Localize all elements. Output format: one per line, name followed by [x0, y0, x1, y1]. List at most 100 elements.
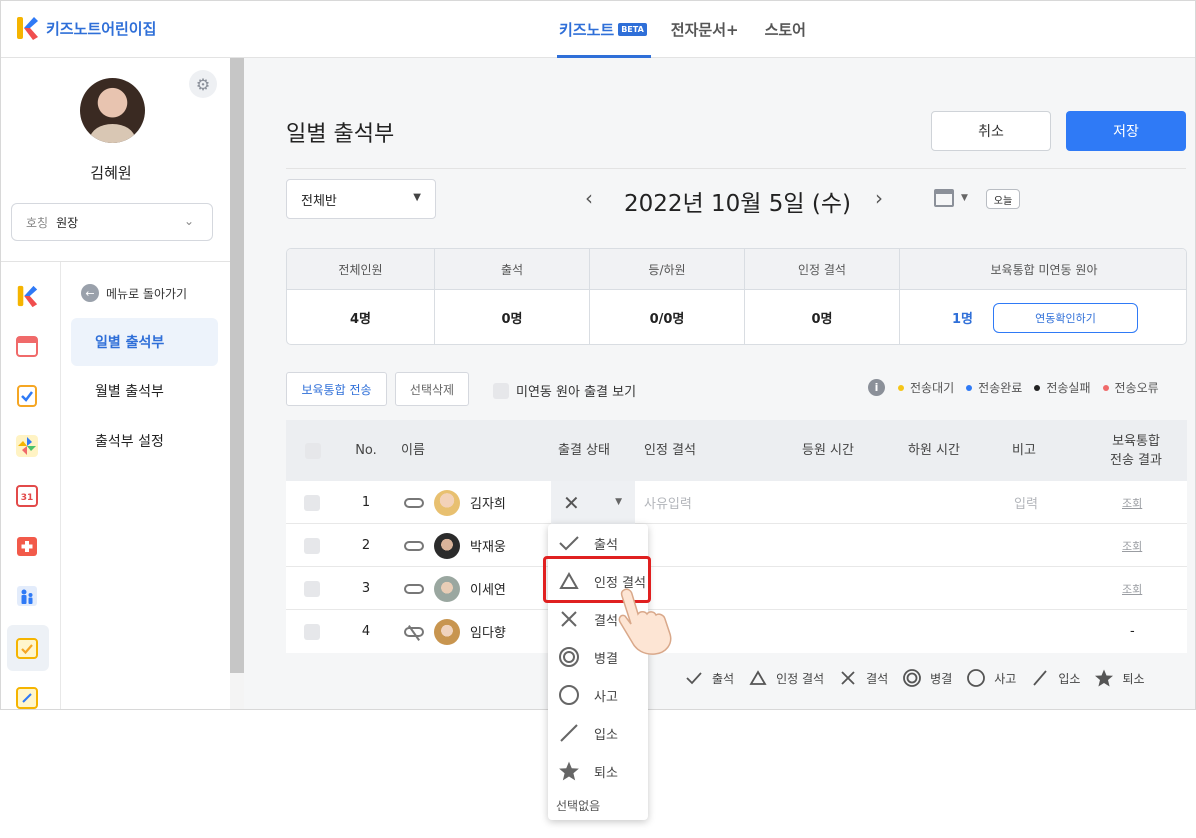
option-accident[interactable]: 사고 — [548, 676, 648, 714]
reason-input[interactable]: 사유입력 — [644, 481, 692, 524]
status-select[interactable]: ✕ ▼ — [551, 481, 635, 524]
menu-item-daily-attendance[interactable]: 일별 출석부 — [71, 318, 218, 366]
legend-item: 결석 — [838, 668, 888, 688]
menu-item-monthly-attendance[interactable]: 월별 출석부 — [71, 367, 218, 415]
child-name[interactable]: 이세연 — [470, 579, 506, 598]
calendar-31-icon[interactable]: 31 — [15, 484, 39, 508]
col-arrival: 등원 시간 — [802, 443, 854, 458]
x-icon — [558, 608, 580, 630]
meal-icon[interactable] — [15, 686, 39, 710]
link-icon — [404, 583, 424, 594]
send-status-legend: i 전송대기 전송완료 전송실패 전송오류 — [868, 379, 1159, 396]
legend-item: 사고 — [966, 668, 1016, 688]
legend-label: 인정 결석 — [776, 671, 825, 686]
table-row: 3 이세연 조회 — [286, 567, 1187, 610]
menu-item-attendance-settings[interactable]: 출석부 설정 — [71, 417, 218, 465]
child-name[interactable]: 임다향 — [470, 622, 506, 641]
kidsnote-home-icon[interactable] — [15, 284, 39, 308]
family-icon[interactable] — [15, 584, 39, 608]
result-link-text[interactable]: 조회 — [1122, 495, 1142, 511]
cancel-button[interactable]: 취소 — [931, 111, 1051, 151]
legend-label: 결석 — [866, 671, 889, 686]
legend-item: 전송오류 — [1102, 379, 1159, 396]
send-integration-button[interactable]: 보육통합 전송 — [286, 372, 387, 406]
checkbox[interactable] — [305, 442, 321, 459]
calendar-icon[interactable] — [15, 334, 39, 358]
col-status: 출결 상태 — [558, 443, 610, 458]
option-admission[interactable]: 입소 — [548, 714, 648, 752]
prev-date-chevron-icon[interactable]: ‹ — [585, 186, 593, 210]
child-avatar — [434, 532, 460, 559]
select-all-checkbox[interactable] — [304, 420, 322, 481]
col-result-line2: 전송 결과 — [1110, 452, 1162, 468]
option-none[interactable]: 선택없음 — [556, 797, 600, 814]
summary-header: 등/하원 — [648, 263, 686, 277]
table-header: No. 이름 출결 상태 인정 결석 등원 시간 하원 시간 비고 보육통합 전… — [286, 420, 1187, 481]
checklist-icon[interactable] — [15, 384, 39, 408]
legend-item: 퇴소 — [1094, 668, 1145, 688]
star-icon — [558, 760, 580, 782]
tab-kidsnote[interactable]: 키즈노트 BETA — [557, 1, 651, 58]
svg-text:31: 31 — [21, 493, 34, 503]
col-excused: 인정 결석 — [644, 443, 696, 458]
caret-down-icon[interactable]: ▼ — [961, 193, 968, 203]
col-no: No. — [355, 443, 377, 458]
result-link[interactable]: 조회 — [1122, 567, 1142, 610]
option-label: 퇴소 — [594, 765, 618, 781]
legend-item: 전송실패 — [1034, 379, 1091, 396]
brand-name[interactable]: 키즈노트어린이집 — [46, 18, 156, 39]
option-label: 출석 — [594, 537, 618, 553]
option-discharge[interactable]: 퇴소 — [548, 752, 648, 790]
unlinked-toggle[interactable]: 미연동 원아 출결 보기 — [493, 381, 636, 400]
scrollbar-thumb[interactable] — [230, 58, 244, 673]
tab-label: 스토어 — [764, 21, 806, 39]
result-link-text[interactable]: 조회 — [1122, 538, 1142, 554]
summary-unlinked: 보육통합 미연동 원아 1명 연동확인하기 — [900, 249, 1186, 344]
info-icon[interactable]: i — [868, 379, 885, 396]
row-checkbox[interactable] — [304, 567, 320, 610]
gear-icon[interactable]: ⚙ — [189, 70, 217, 98]
legend-dot — [1034, 384, 1041, 391]
result-link-text[interactable]: 조회 — [1122, 581, 1142, 597]
result-link[interactable]: 조회 — [1122, 481, 1142, 524]
col-name: 이름 — [401, 443, 425, 458]
checkbox[interactable] — [304, 623, 320, 640]
kidsnote-logo-icon[interactable] — [15, 15, 39, 41]
calendar-picker-icon[interactable] — [934, 189, 954, 207]
legend-label: 출석 — [712, 671, 735, 686]
checkbox[interactable] — [304, 580, 320, 597]
save-button[interactable]: 저장 — [1066, 111, 1186, 151]
delete-selected-button[interactable]: 선택삭제 — [395, 372, 469, 406]
summary-header: 출석 — [500, 263, 524, 277]
row-no: 4 — [361, 624, 371, 639]
attendance-book-icon[interactable] — [15, 636, 39, 660]
checkbox[interactable] — [493, 382, 509, 399]
today-button[interactable]: 오늘 — [986, 189, 1020, 209]
col-note: 비고 — [1012, 443, 1036, 458]
row-no: 2 — [361, 538, 371, 553]
option-label: 사고 — [594, 689, 618, 705]
class-select[interactable]: 전체반 ▼ — [286, 179, 436, 219]
legend-dot — [966, 384, 973, 391]
child-name[interactable]: 김자희 — [470, 493, 506, 512]
row-checkbox[interactable] — [304, 610, 320, 653]
note-input[interactable]: 입력 — [1014, 481, 1038, 524]
result-link[interactable]: 조회 — [1122, 524, 1142, 567]
caret-down-icon: ▼ — [413, 192, 421, 203]
back-to-menu-link[interactable]: ← 메뉴로 돌아가기 — [81, 284, 187, 302]
next-date-chevron-icon[interactable]: › — [875, 186, 883, 210]
tab-store[interactable]: 스토어 — [763, 1, 808, 58]
tab-label: 키즈노트 — [559, 21, 615, 39]
role-select[interactable]: 호칭 원장 ⌄ — [11, 203, 213, 241]
checkbox[interactable] — [304, 494, 320, 511]
row-checkbox[interactable] — [304, 481, 320, 524]
check-link-button[interactable]: 연동확인하기 — [993, 302, 1139, 333]
sidebar-scrollbar[interactable] — [230, 58, 244, 709]
medical-icon[interactable] — [15, 534, 39, 558]
checkbox[interactable] — [304, 537, 320, 554]
row-checkbox[interactable] — [304, 524, 320, 567]
tab-documents[interactable]: 전자문서+ — [669, 1, 741, 58]
pinwheel-icon[interactable] — [15, 434, 39, 458]
link-icon — [404, 540, 424, 551]
child-name[interactable]: 박재웅 — [470, 536, 506, 555]
